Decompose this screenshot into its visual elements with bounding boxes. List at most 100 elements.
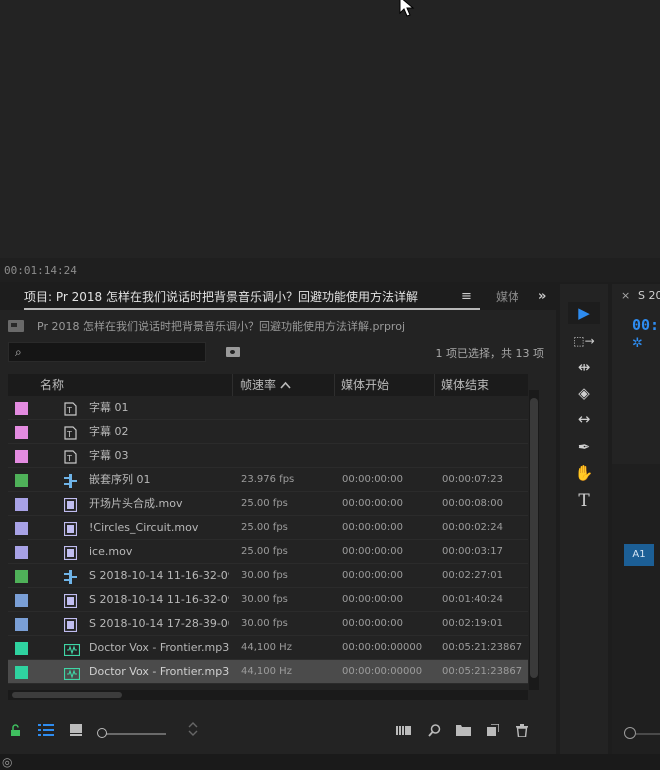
horizontal-scrollbar[interactable] xyxy=(8,690,528,700)
label-color-swatch[interactable] xyxy=(15,594,28,607)
label-color-swatch[interactable] xyxy=(15,450,28,463)
item-name[interactable]: !Circles_Circuit.mov xyxy=(89,516,229,540)
column-divider[interactable] xyxy=(334,374,335,396)
item-name[interactable]: 字幕 02 xyxy=(89,420,229,444)
more-panels-icon[interactable]: » xyxy=(538,284,546,310)
item-frame-rate: 44,100 Hz xyxy=(241,642,292,653)
label-color-swatch[interactable] xyxy=(15,426,28,439)
item-name[interactable]: 开场片头合成.mov xyxy=(89,492,229,516)
search-input[interactable]: ⌕ xyxy=(8,342,206,362)
lock-icon[interactable] xyxy=(10,724,21,741)
vertical-scrollbar[interactable] xyxy=(529,390,539,690)
sequence-icon xyxy=(64,569,77,584)
timeline-zoom-handle[interactable] xyxy=(624,727,636,739)
scrollbar-thumb[interactable] xyxy=(12,692,122,698)
tab-sequence[interactable]: S 20 xyxy=(638,289,660,302)
item-name[interactable]: 嵌套序列 01 xyxy=(89,468,229,492)
item-media-end: 00:02:27:01 xyxy=(442,570,504,581)
column-divider[interactable] xyxy=(434,374,435,396)
label-color-swatch[interactable] xyxy=(15,402,28,415)
column-header-media-start[interactable]: 媒体开始 xyxy=(341,374,389,396)
track-a1-label[interactable]: A1 xyxy=(624,544,654,566)
panel-menu-icon[interactable]: ≡ xyxy=(461,284,472,310)
label-color-swatch[interactable] xyxy=(15,498,28,511)
column-header-media-end[interactable]: 媒体结束 xyxy=(441,374,489,396)
item-media-start xyxy=(342,444,437,468)
label-color-swatch[interactable] xyxy=(15,474,28,487)
item-name[interactable]: S 2018-10-14 11-16-32-091_ xyxy=(89,588,229,612)
label-color-swatch[interactable] xyxy=(15,570,28,583)
label-color-swatch[interactable] xyxy=(15,642,28,655)
table-row[interactable]: ice.mov 25.00 fps 00:00:00:00 00:00:03:17 xyxy=(8,540,528,564)
zoom-slider-handle[interactable] xyxy=(97,728,107,738)
razor-tool-icon[interactable]: ◈ xyxy=(568,382,600,404)
item-media-end xyxy=(442,444,528,468)
automate-to-sequence-icon[interactable] xyxy=(396,724,412,740)
audio-clip-icon xyxy=(63,665,81,681)
snap-icon[interactable]: ✲ xyxy=(632,336,643,351)
table-row[interactable]: 开场片头合成.mov 25.00 fps 00:00:00:00 00:00:08:0… xyxy=(8,492,528,516)
hand-tool-icon[interactable]: ✋ xyxy=(568,462,600,484)
column-header-name[interactable]: 名称 xyxy=(40,374,64,396)
item-name[interactable]: 字幕 03 xyxy=(89,444,229,468)
title-icon: T xyxy=(64,401,77,416)
table-header: 名称 帧速率 媒体开始 媒体结束 xyxy=(8,374,528,396)
label-color-swatch[interactable] xyxy=(15,546,28,559)
find-icon[interactable] xyxy=(428,724,441,741)
pen-tool-icon[interactable]: ✒ xyxy=(568,436,600,458)
list-view-icon[interactable] xyxy=(38,724,54,740)
table-row[interactable]: Doctor Vox - Frontier.mp3 44,100 Hz 00:00:… xyxy=(8,636,528,660)
timeline-tracks-area[interactable] xyxy=(612,464,660,754)
timeline-zoom-track[interactable] xyxy=(636,733,660,735)
table-row[interactable]: 嵌套序列 01 23.976 fps 00:00:00:00 00:00:07:23 xyxy=(8,468,528,492)
column-divider[interactable] xyxy=(232,374,233,396)
tab-media-browser[interactable]: 媒体浏览器 xyxy=(496,284,518,310)
column-header-fps[interactable]: 帧速率 xyxy=(240,374,291,396)
project-tabbar: 项目: Pr 2018 怎样在我们说话时把背景音乐调小？回避功能使用方法详解 ≡… xyxy=(0,284,556,310)
item-name[interactable]: Doctor Vox - Frontier.mp3 xyxy=(89,660,229,684)
monitor-timecode[interactable]: 00:01:14:24 xyxy=(4,264,77,277)
tools-panel: ▶ ⬚→ ⇹ ◈ ↔ ✒ ✋ T xyxy=(560,284,608,754)
table-row[interactable]: S 2018-10-14 11-16-32-091_ 30.00 fps 00:00… xyxy=(8,564,528,588)
item-media-end xyxy=(442,396,528,420)
background-process-icon: ◎ xyxy=(2,755,13,769)
table-row[interactable]: S 2018-10-14 11-16-32-091_ 30.00 fps 00:00… xyxy=(8,588,528,612)
table-row[interactable]: S 2018-10-14 17-28-39-000_ 30.00 fps 00:00… xyxy=(8,612,528,636)
table-row[interactable]: Doctor Vox - Frontier.mp3 44,100 Hz 00:00:… xyxy=(8,660,528,684)
project-bottom-toolbar xyxy=(0,714,556,754)
type-tool-icon[interactable]: T xyxy=(568,490,600,512)
label-color-swatch[interactable] xyxy=(15,522,28,535)
close-icon[interactable]: × xyxy=(621,289,630,302)
item-name[interactable]: 字幕 01 xyxy=(89,396,229,420)
sort-icons-icon[interactable] xyxy=(188,721,198,741)
icon-view-icon[interactable] xyxy=(70,724,82,740)
scrollbar-thumb[interactable] xyxy=(530,398,538,678)
table-row[interactable]: T 字幕 01 xyxy=(8,396,528,420)
new-item-icon[interactable] xyxy=(487,723,500,740)
source-monitor[interactable] xyxy=(0,0,660,258)
table-row[interactable]: T 字幕 02 xyxy=(8,420,528,444)
label-color-swatch[interactable] xyxy=(15,666,28,679)
new-search-bin-icon[interactable] xyxy=(226,347,240,357)
monitor-timebar xyxy=(0,258,660,282)
clear-trash-icon[interactable] xyxy=(516,724,528,741)
label-color-swatch[interactable] xyxy=(15,618,28,631)
item-name[interactable]: Doctor Vox - Frontier.mp3 xyxy=(89,636,229,660)
timeline-timecode[interactable]: 00: xyxy=(632,316,659,334)
item-name[interactable]: S 2018-10-14 11-16-32-091_ xyxy=(89,564,229,588)
table-row[interactable]: T 字幕 03 xyxy=(8,444,528,468)
table-row[interactable]: !Circles_Circuit.mov 25.00 fps 00:00:00:00… xyxy=(8,516,528,540)
mouse-cursor-icon xyxy=(398,0,416,22)
slip-tool-icon[interactable]: ↔ xyxy=(568,408,600,430)
audio-clip-icon xyxy=(63,641,81,657)
item-name[interactable]: ice.mov xyxy=(89,540,229,564)
track-select-tool-icon[interactable]: ⬚→ xyxy=(568,330,600,352)
item-frame-rate xyxy=(241,420,336,444)
tab-project[interactable]: 项目: Pr 2018 怎样在我们说话时把背景音乐调小？回避功能使用方法详解 xyxy=(24,284,418,310)
selection-tool-icon[interactable]: ▶ xyxy=(568,302,600,324)
item-media-end: 00:00:08:00 xyxy=(442,498,504,509)
item-name[interactable]: S 2018-10-14 17-28-39-000_ xyxy=(89,612,229,636)
zoom-slider-track[interactable] xyxy=(102,733,166,735)
new-bin-icon[interactable] xyxy=(456,724,471,740)
ripple-edit-tool-icon[interactable]: ⇹ xyxy=(568,356,600,378)
